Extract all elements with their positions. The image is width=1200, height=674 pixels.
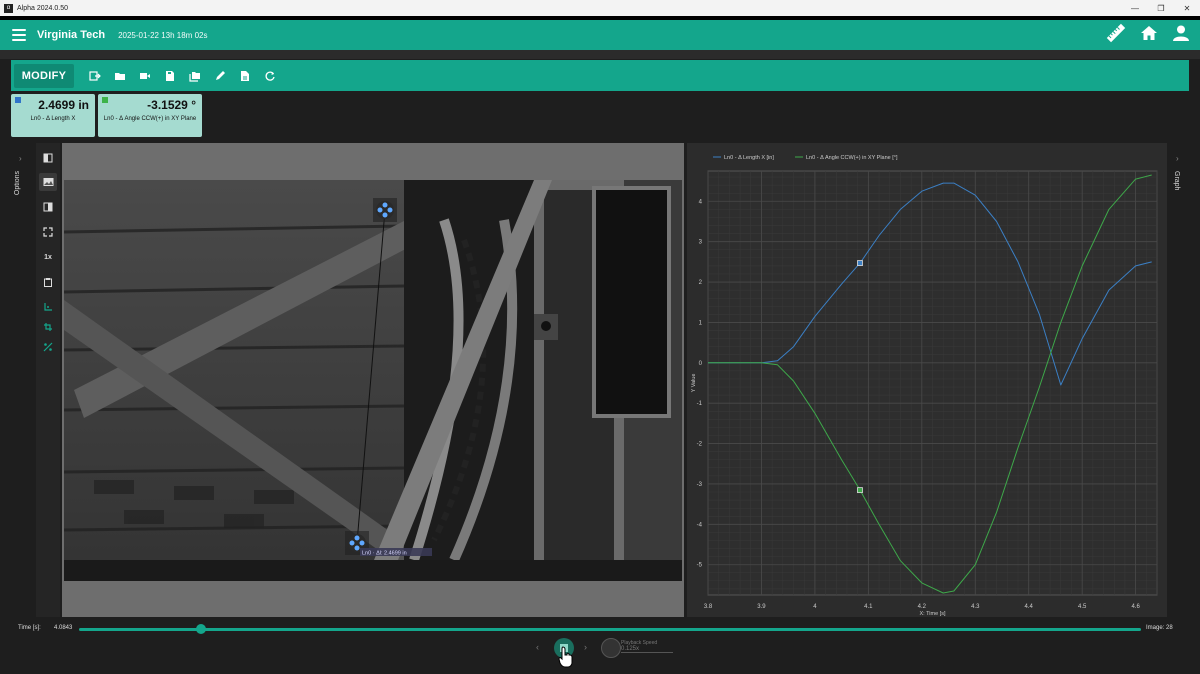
- y-tick-label: 0: [699, 361, 703, 367]
- series-swatch: [15, 97, 21, 103]
- timeline: Time [s]: 4.0843 Image: 28: [0, 618, 1200, 640]
- main-toolbar: MODIFY: [11, 60, 1189, 91]
- measurement-value: -3.1529 °: [147, 98, 196, 112]
- x-axis-label: X: Time [s]: [920, 611, 946, 617]
- options-rail[interactable]: › Options: [11, 143, 33, 617]
- ruler-icon[interactable]: [1106, 23, 1126, 48]
- axis-icon[interactable]: [39, 298, 57, 316]
- measurement-card-length[interactable]: 2.4699 in Ln0 - Δ Length X: [11, 94, 95, 137]
- target-marker-top[interactable]: [373, 198, 397, 222]
- y-tick-label: -3: [697, 482, 703, 488]
- viewer-tool-column: 1x: [36, 143, 60, 617]
- header-divider: [0, 50, 1200, 59]
- x-tick-label: 4.2: [918, 604, 927, 610]
- session-timestamp: 2025-01-22 13h 18m 02s: [118, 30, 208, 40]
- measurement-label: Ln0 - Δ Angle CCW(+) in XY Plane: [103, 116, 197, 122]
- app-icon: α: [4, 3, 13, 13]
- y-tick-label: -2: [697, 442, 703, 448]
- hamburger-menu-icon[interactable]: [12, 29, 26, 41]
- modify-button[interactable]: MODIFY: [14, 63, 74, 88]
- edit-icon[interactable]: [213, 69, 227, 83]
- measurement-label: Ln0 - Δ Length X: [30, 116, 76, 122]
- legend-entry: Ln0 - Δ Angle CCW(+) in XY Plane [°]: [806, 155, 898, 161]
- time-value: 4.0843: [54, 625, 73, 631]
- folders-icon[interactable]: [188, 69, 202, 83]
- image-viewer[interactable]: Ln0 · Δl: 2.4699 in: [62, 143, 684, 617]
- playback-controls: ‹ › Playback Speed 0.125x: [0, 638, 1200, 668]
- save-icon[interactable]: [163, 69, 177, 83]
- x-tick-label: 4.6: [1131, 604, 1140, 610]
- current-value-marker[interactable]: [857, 487, 863, 494]
- y-tick-label: 4: [699, 199, 703, 205]
- options-label: Options: [14, 171, 21, 196]
- x-tick-label: 4.4: [1025, 604, 1034, 610]
- y-tick-label: -1: [697, 401, 703, 407]
- brand-name: Virginia Tech: [37, 29, 106, 41]
- crop-icon[interactable]: [39, 318, 57, 336]
- export-icon[interactable]: [88, 69, 102, 83]
- time-label: Time [s]:: [18, 625, 41, 631]
- y-tick-label: 2: [699, 280, 703, 286]
- measurement-value: 2.4699 in: [38, 98, 89, 112]
- window-title-bar: α Alpha 2024.0.50 — ❐ ✕: [0, 0, 1200, 16]
- document-icon[interactable]: [238, 69, 252, 83]
- open-folder-icon[interactable]: [113, 69, 127, 83]
- line-chart[interactable]: Ln0 - Δ Length X [in] Ln0 - Δ Angle CCW(+…: [687, 143, 1167, 617]
- window-title: Alpha 2024.0.50: [17, 4, 68, 12]
- next-frame-icon[interactable]: ›: [584, 642, 587, 652]
- image-index: Image: 28: [1146, 625, 1173, 631]
- x-tick-label: 3.8: [704, 604, 713, 610]
- y-tick-label: 3: [699, 240, 703, 246]
- chart-legend: Ln0 - Δ Length X [in] Ln0 - Δ Angle CCW(+…: [713, 155, 898, 161]
- zoom-level[interactable]: 1x: [39, 248, 57, 266]
- x-tick-label: 4.3: [971, 604, 980, 610]
- x-tick-label: 3.9: [757, 604, 766, 610]
- video-icon[interactable]: [138, 69, 152, 83]
- y-tick-label: -4: [697, 522, 703, 528]
- playback-speed-select[interactable]: 0.125x: [621, 646, 673, 653]
- home-icon[interactable]: [1140, 24, 1158, 47]
- y-axis-label: Y Value: [691, 374, 697, 393]
- maximize-button[interactable]: ❐: [1148, 4, 1174, 13]
- series-swatch: [102, 97, 108, 103]
- panel-right-icon[interactable]: [39, 198, 57, 216]
- graph-label: Graph: [1173, 171, 1180, 191]
- fit-screen-icon[interactable]: [39, 223, 57, 241]
- graph-rail[interactable]: › Graph: [1170, 143, 1192, 617]
- close-button[interactable]: ✕: [1174, 4, 1200, 13]
- measurement-card-angle[interactable]: -3.1529 ° Ln0 - Δ Angle CCW(+) in XY Pla…: [98, 94, 202, 137]
- app-header: Virginia Tech 2025-01-22 13h 18m 02s: [0, 20, 1200, 50]
- x-tick-label: 4: [813, 604, 817, 610]
- current-value-marker[interactable]: [857, 260, 863, 266]
- previous-frame-icon[interactable]: ‹: [536, 642, 539, 652]
- calibrate-icon[interactable]: [39, 338, 57, 356]
- image-view-icon[interactable]: [39, 173, 57, 191]
- x-tick-label: 4.1: [864, 604, 873, 610]
- chevron-right-icon[interactable]: ›: [1176, 154, 1179, 163]
- y-tick-label: 1: [699, 320, 703, 326]
- user-icon[interactable]: [1172, 24, 1190, 47]
- x-tick-label: 4.5: [1078, 604, 1087, 610]
- timeline-track[interactable]: [79, 628, 1141, 631]
- camera-frame[interactable]: Ln0 · Δl: 2.4699 in: [64, 180, 682, 581]
- split-view-icon[interactable]: [39, 149, 57, 167]
- chevron-right-icon[interactable]: ›: [19, 154, 22, 163]
- y-tick-label: -5: [697, 563, 703, 569]
- measurement-annotation: Ln0 · Δl: 2.4699 in: [362, 551, 407, 557]
- playback-speed-button[interactable]: [601, 638, 621, 658]
- refresh-icon[interactable]: [263, 69, 277, 83]
- legend-entry: Ln0 - Δ Length X [in]: [724, 155, 774, 161]
- timeline-scrubber[interactable]: [196, 624, 207, 634]
- mouse-cursor-icon: [558, 646, 574, 668]
- minimize-button[interactable]: —: [1122, 4, 1148, 13]
- graph-panel[interactable]: Ln0 - Δ Length X [in] Ln0 - Δ Angle CCW(+…: [687, 143, 1167, 617]
- clipboard-icon[interactable]: [39, 273, 57, 291]
